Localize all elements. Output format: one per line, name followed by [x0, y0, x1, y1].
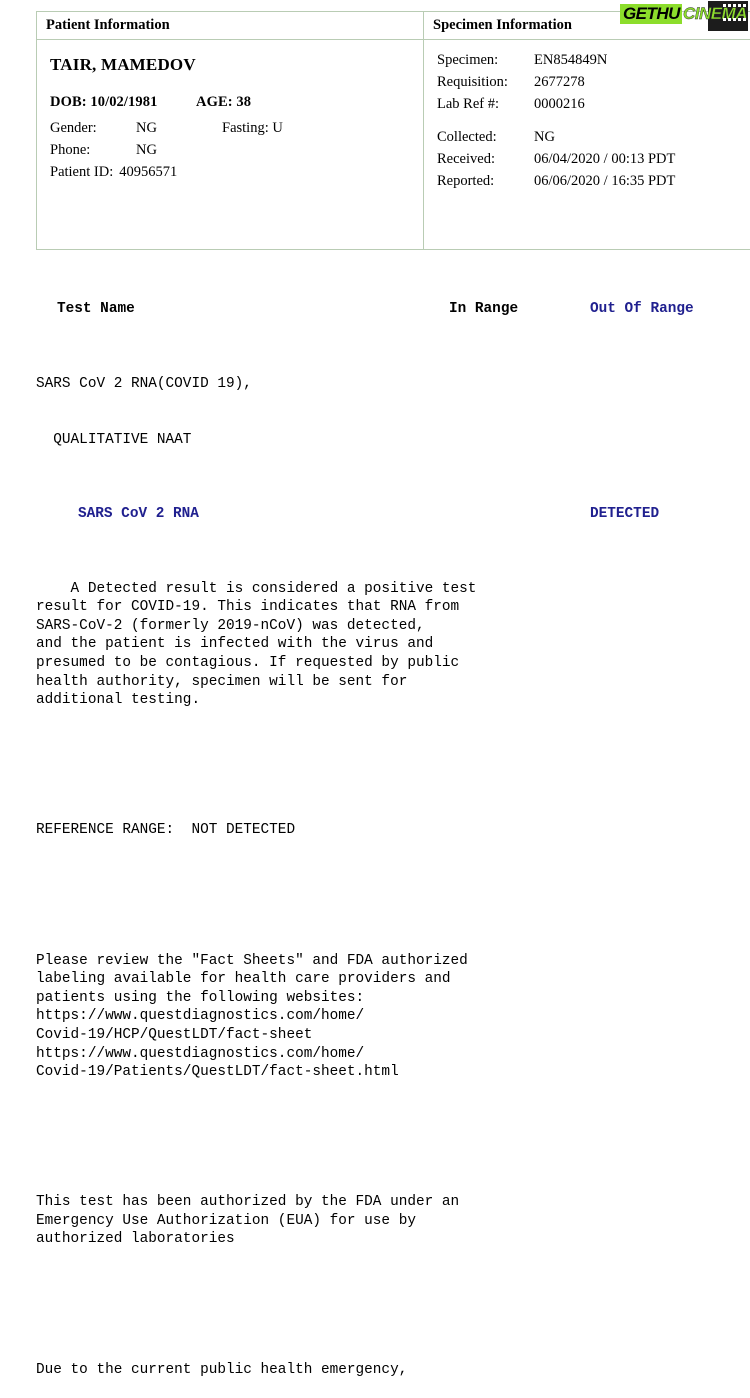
patient-dob-age-row: DOB: 10/02/1981AGE: 38	[50, 91, 423, 113]
panel-header-row: Patient Information Specimen Information	[37, 12, 750, 40]
lab-ref-label: Lab Ref #:	[437, 93, 534, 115]
column-header-test-name: Test Name	[57, 300, 135, 319]
received-row: Received:06/04/2020 / 00:13 PDT	[437, 148, 750, 170]
film-perforations-top-icon	[723, 4, 746, 7]
paragraph-spacer-2	[36, 877, 750, 896]
requisition-value: 2677278	[534, 71, 585, 93]
patient-gender-value: NG	[136, 117, 222, 139]
patient-gender-row: Gender:NGFasting: U	[50, 117, 423, 139]
patient-id-label: Patient ID:	[50, 164, 113, 180]
specimen-information-title: Specimen Information	[424, 12, 750, 39]
specimen-label: Specimen:	[437, 49, 534, 71]
patient-information-body-cell: TAIR, MAMEDOV DOB: 10/02/1981AGE: 38 Gen…	[37, 39, 424, 249]
lab-ref-value: 0000216	[534, 93, 585, 115]
patient-age: AGE: 38	[196, 94, 251, 110]
received-label: Received:	[437, 148, 534, 170]
specimen-information-body-cell: Specimen:EN854849N Requisition:2677278 L…	[424, 39, 750, 249]
requisition-label: Requisition:	[437, 71, 534, 93]
public-health-emergency-paragraph: Due to the current public health emergen…	[36, 1361, 750, 1380]
specimen-details: Specimen:EN854849N Requisition:2677278 L…	[424, 40, 750, 249]
lab-ref-row: Lab Ref #:0000216	[437, 93, 750, 115]
patient-information-title: Patient Information	[37, 12, 423, 39]
paragraph-spacer-4	[36, 1286, 750, 1305]
collected-label: Collected:	[437, 126, 534, 148]
analyte-result-row: SARS CoV 2 RNA DETECTED	[36, 505, 750, 524]
analyte-name: SARS CoV 2 RNA	[78, 505, 199, 524]
specimen-value: EN854849N	[534, 49, 607, 71]
report-header-table: Patient Information Specimen Information…	[36, 11, 750, 250]
patient-phone-row: Phone:NG	[50, 139, 423, 161]
patient-information-header-cell: Patient Information	[37, 12, 424, 40]
patient-phone-value: NG	[136, 139, 222, 161]
patient-name: TAIR, MAMEDOV	[50, 55, 423, 75]
analyte-result-value: DETECTED	[590, 505, 659, 524]
collected-value: NG	[534, 126, 555, 148]
reference-range-line: REFERENCE RANGE: NOT DETECTED	[36, 821, 750, 840]
column-header-in-range: In Range	[449, 300, 518, 319]
test-results-section: Test Name In Range Out Of Range SARS CoV…	[36, 244, 750, 1398]
patient-fasting: Fasting: U	[222, 120, 283, 136]
panel-body-row: TAIR, MAMEDOV DOB: 10/02/1981AGE: 38 Gen…	[37, 39, 750, 249]
reported-row: Reported:06/06/2020 / 16:35 PDT	[437, 170, 750, 192]
specimen-information-header-cell: Specimen Information	[424, 12, 750, 40]
requisition-row: Requisition:2677278	[437, 71, 750, 93]
fact-sheet-paragraph: Please review the "Fact Sheets" and FDA …	[36, 952, 750, 1082]
received-value: 06/04/2020 / 00:13 PDT	[534, 148, 675, 170]
test-title-line-1: SARS CoV 2 RNA(COVID 19),	[36, 375, 750, 394]
reported-label: Reported:	[437, 170, 534, 192]
results-column-headers: Test Name In Range Out Of Range	[36, 300, 750, 319]
paragraph-spacer-3	[36, 1119, 750, 1138]
reported-value: 06/06/2020 / 16:35 PDT	[534, 170, 675, 192]
specimen-panel-spacer	[433, 115, 750, 126]
result-interpretation-paragraph: A Detected result is considered a positi…	[36, 580, 750, 710]
fda-authorization-paragraph: This test has been authorized by the FDA…	[36, 1193, 750, 1249]
patient-id-value: 40956571	[119, 164, 177, 180]
patient-phone-label: Phone:	[50, 139, 136, 161]
column-header-out-of-range: Out Of Range	[590, 300, 694, 319]
collected-row: Collected:NG	[437, 126, 750, 148]
patient-details: TAIR, MAMEDOV DOB: 10/02/1981AGE: 38 Gen…	[37, 40, 423, 249]
test-title-line-2: QUALITATIVE NAAT	[36, 431, 750, 450]
patient-id-row: Patient ID: 40956571	[50, 161, 423, 183]
patient-gender-label: Gender:	[50, 117, 136, 139]
patient-dob: DOB: 10/02/1981	[50, 91, 196, 113]
specimen-row: Specimen:EN854849N	[437, 49, 750, 71]
